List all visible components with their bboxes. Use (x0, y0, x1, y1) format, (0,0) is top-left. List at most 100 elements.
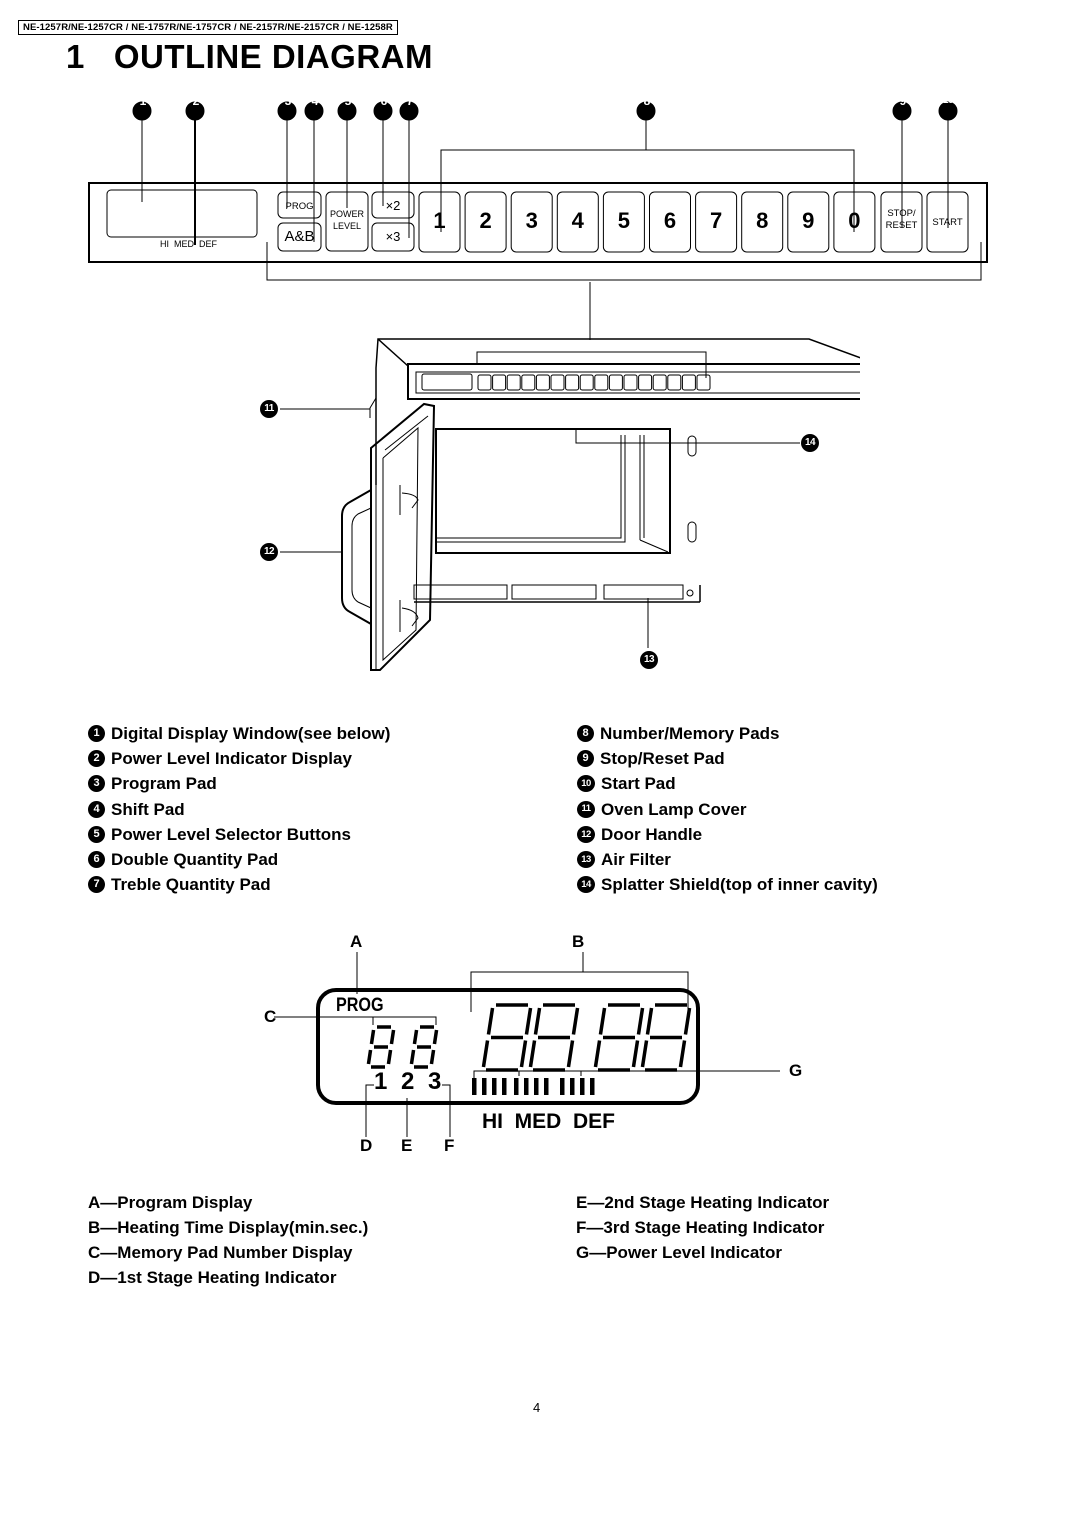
lcd-legend-item: G—Power Level Indicator (576, 1243, 782, 1262)
lcd-legend-item: D—1st Stage Heating Indicator (88, 1268, 337, 1287)
callout-13-number: 13 (643, 654, 655, 665)
legend-item: 14 Splatter Shield(top of inner cavity) (577, 872, 878, 897)
callout-2-number: 2 (192, 94, 200, 108)
callout-number-icon: 7 (88, 876, 105, 894)
legend-item-label: Shift Pad (111, 799, 185, 819)
callout-number-icon: 8 (577, 725, 594, 743)
legend-item: 12 Door Handle (577, 822, 878, 847)
page-title: 1 OUTLINE DIAGRAM (66, 38, 434, 75)
callout-number-icon: 1 (88, 725, 105, 743)
lcd-segment (429, 1049, 436, 1065)
legend-item-label: Door Handle (601, 824, 703, 844)
legend-item: 13 Air Filter (577, 847, 878, 872)
control-panel-diagram (88, 101, 988, 281)
lcd-legend-item: C—Memory Pad Number Display (88, 1243, 353, 1262)
x3-pad-label[interactable]: ×3 (372, 229, 414, 244)
callout-number-icon: 10 (577, 775, 595, 793)
oven-strip-pad (535, 374, 550, 391)
oven-callouts (260, 400, 819, 669)
oven-strip-pad (696, 374, 711, 391)
callout-5-number: 5 (344, 94, 352, 108)
legend-item: 2 Power Level Indicator Display (88, 746, 390, 771)
stop-label: STOP/ (887, 208, 916, 219)
number-pad-8[interactable]: 8 (742, 208, 783, 234)
lcd-letter-f: F (444, 1136, 455, 1155)
number-pad-7[interactable]: 7 (696, 208, 737, 234)
power-level-label-2[interactable]: LEVEL (326, 221, 368, 231)
lcd-segment (412, 1029, 419, 1045)
memory-digit-2 (409, 1025, 439, 1069)
lcd-letter-g: G (789, 1061, 803, 1080)
legend-item-label: Oven Lamp Cover (601, 799, 747, 819)
parts-legend-left: 1 Digital Display Window(see below) 2 Power… (88, 721, 390, 897)
lcd-segment (640, 1040, 649, 1068)
oven-strip-pad (506, 374, 521, 391)
stage-2-indicator: 2 (401, 1068, 415, 1095)
number-pad-3[interactable]: 3 (511, 208, 552, 234)
number-pad-5[interactable]: 5 (603, 208, 644, 234)
callout-number-icon: 3 (88, 775, 105, 793)
number-pad-1[interactable]: 1 (419, 208, 460, 234)
callout-12-number: 12 (263, 546, 275, 557)
callout-7-number: 7 (406, 94, 414, 108)
lcd-power-caption: HI MED DEF (482, 1110, 616, 1133)
time-digit-min-tens (481, 1003, 533, 1072)
lcd-segment (533, 1007, 542, 1035)
time-digit-min-ones (528, 1003, 580, 1072)
callout-number-icon: 6 (88, 851, 105, 869)
legend-item-label: Air Filter (601, 849, 671, 869)
oven-strip-pad (594, 374, 609, 391)
power-level-label-1[interactable]: POWER (326, 209, 368, 219)
microwave-oven-diagram (260, 282, 860, 671)
oven-strip-pad (477, 374, 492, 391)
callout-number-icon: 2 (88, 750, 105, 768)
lcd-letter-d: D (360, 1136, 373, 1155)
lcd-segment (409, 1049, 416, 1065)
callout-10-number: 10 (942, 95, 954, 106)
prog-pad-label[interactable]: PROG (278, 201, 321, 212)
callout-6-number: 6 (380, 94, 388, 108)
legend-item-label: Number/Memory Pads (600, 724, 780, 743)
legend-item-label: Treble Quantity Pad (111, 875, 271, 895)
number-pad-4[interactable]: 4 (557, 208, 598, 234)
lcd-segment (432, 1029, 439, 1045)
lcd-letter-e: E (401, 1136, 413, 1155)
power-level-bar (570, 1078, 575, 1095)
legend-item: 11 Oven Lamp Cover (577, 797, 878, 822)
oven-strip-pad (579, 374, 594, 391)
power-level-bar (482, 1078, 487, 1095)
legend-item: 7 Treble Quantity Pad (88, 872, 390, 897)
number-pad-9[interactable]: 9 (788, 208, 829, 234)
number-pad-6[interactable]: 6 (650, 208, 691, 234)
callout-number-icon: 14 (577, 876, 595, 894)
stage-1-indicator: 1 (374, 1068, 388, 1095)
stop-reset-pad-label[interactable]: STOP/ RESET (881, 208, 922, 232)
lcd-segment (519, 1040, 528, 1068)
lcd-segment (631, 1040, 640, 1068)
oven-strip-pad (638, 374, 653, 391)
x2-pad-label[interactable]: ×2 (372, 198, 414, 213)
lcd-legend-item: A—Program Display (88, 1193, 253, 1212)
power-level-bar (492, 1078, 497, 1095)
number-pad-2[interactable]: 2 (465, 208, 506, 234)
lcd-segment (528, 1040, 537, 1068)
callout-number-icon: 9 (577, 750, 594, 768)
start-pad-label[interactable]: START (927, 217, 968, 228)
callout-number-icon: 13 (577, 851, 595, 869)
callout-3-number: 3 (284, 94, 292, 108)
number-pad-0[interactable]: 0 (834, 208, 875, 234)
legend-item-label: Digital Display Window(see below) (111, 724, 391, 743)
legend-item-label: Power Level Selector Buttons (111, 824, 351, 844)
power-level-bar (544, 1078, 549, 1095)
oven-strip-pad (623, 374, 638, 391)
legend-item: 9 Stop/Reset Pad (577, 746, 878, 771)
oven-strip-pad (550, 374, 565, 391)
display-window (106, 189, 258, 238)
lcd-segment (389, 1029, 396, 1045)
lcd-segment (678, 1040, 687, 1068)
callout-number-icon: 4 (88, 800, 105, 818)
reset-label: RESET (885, 220, 918, 231)
lcd-legend-right: E—2nd Stage Heating Indicator F—3rd Stage… (576, 1190, 829, 1265)
ab-pad-label[interactable]: A&B (278, 228, 321, 245)
legend-item: 1 Digital Display Window(see below) (88, 721, 390, 746)
